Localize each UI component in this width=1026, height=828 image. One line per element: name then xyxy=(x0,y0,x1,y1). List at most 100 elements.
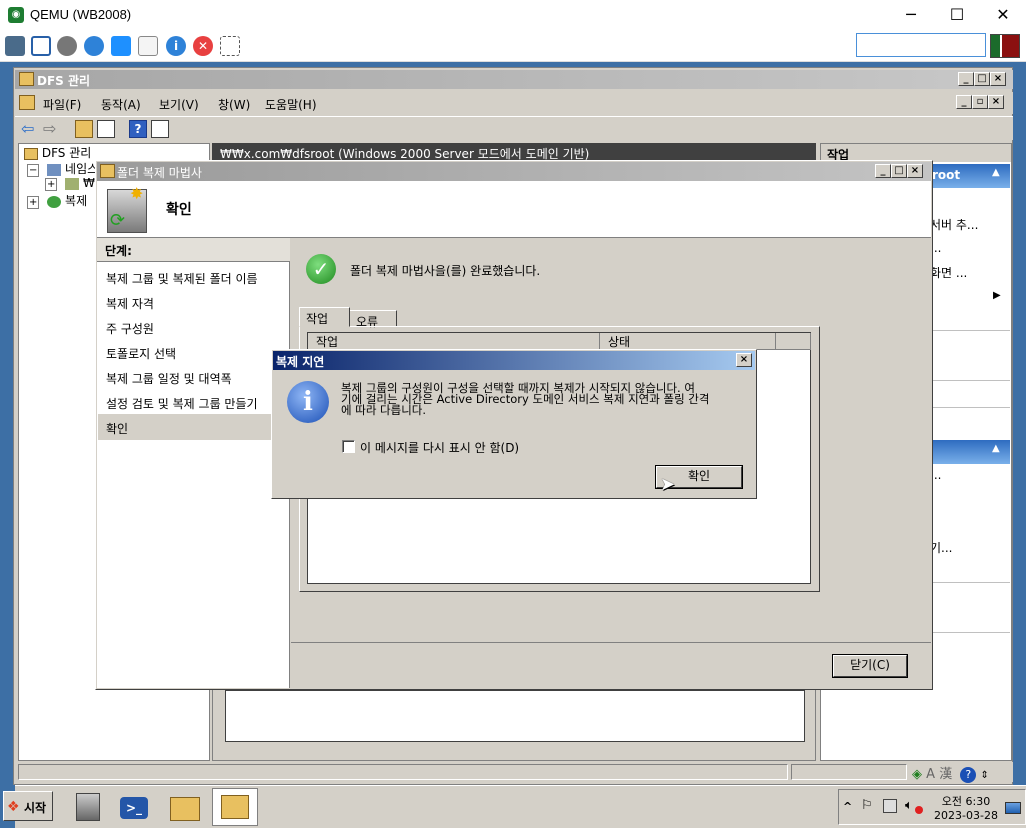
mdi-restore-button[interactable]: ▫ xyxy=(972,95,988,109)
actions-divider xyxy=(930,407,1010,408)
back-arrow-icon[interactable]: ⇦ xyxy=(21,120,39,138)
server-manager-icon[interactable] xyxy=(66,789,110,825)
tree-root[interactable]: DFS 관리 xyxy=(24,144,91,161)
collapse-up-icon[interactable]: ▲ xyxy=(992,167,1000,178)
ime-settings-icon[interactable]: ◈ xyxy=(912,767,922,782)
refresh-icon[interactable] xyxy=(84,36,104,56)
mmc-close-button[interactable]: × xyxy=(990,72,1006,86)
show-desktop-icon[interactable] xyxy=(1005,802,1021,814)
maximize-button[interactable]: ☐ xyxy=(934,0,980,30)
info-icon[interactable]: i xyxy=(166,36,186,56)
windows-icon[interactable] xyxy=(111,36,131,56)
step-item: 복제 그룹 및 복제된 폴더 이름 xyxy=(106,272,258,286)
menu-file[interactable]: 파일(F) xyxy=(43,96,81,113)
show-action-pane-icon[interactable] xyxy=(151,120,169,138)
color-swatch-icon[interactable] xyxy=(990,34,1020,58)
windows-logo-icon: ❖ xyxy=(7,799,20,815)
up-folder-icon[interactable] xyxy=(75,120,93,138)
replication-icon xyxy=(47,195,62,208)
menu-window[interactable]: 창(W) xyxy=(218,96,250,113)
step-item: 복제 그룹 일정 및 대역폭 xyxy=(106,372,232,386)
usb-icon[interactable] xyxy=(138,36,158,56)
wizard-minimize-button[interactable]: _ xyxy=(875,164,891,178)
mdi-close-button[interactable]: × xyxy=(988,95,1004,109)
success-message: 폴더 복제 마법사을(를) 완료했습니다. xyxy=(350,264,541,278)
column-header-status[interactable]: 상태 xyxy=(600,333,776,350)
show-hidden-icons-icon[interactable]: ^ xyxy=(843,800,852,813)
dont-show-again-label[interactable]: 이 메시지를 다시 표시 안 함(D) xyxy=(360,439,519,456)
tree-namespace-child[interactable]: + ₩ xyxy=(45,176,95,191)
forward-arrow-icon[interactable]: ⇨ xyxy=(43,120,61,138)
step-item: 설정 검토 및 복제 그룹 만들기 xyxy=(106,397,258,411)
collapse-icon[interactable]: − xyxy=(27,164,40,177)
wizard-maximize-button[interactable]: □ xyxy=(891,164,907,178)
actions-section-header[interactable]: root ▲ xyxy=(930,164,1010,188)
clock[interactable]: 오전 6:30 2023-03-28 xyxy=(931,793,1001,822)
flag-icon[interactable]: ⚐ xyxy=(861,798,873,813)
column-header-task[interactable]: 작업 xyxy=(308,333,600,350)
ime-mode-icon[interactable]: A xyxy=(926,767,935,782)
screenshot-icon[interactable] xyxy=(220,36,240,56)
wizard-close-button[interactable]: × xyxy=(907,164,923,178)
action-add-server[interactable]: 서버 추... xyxy=(930,216,978,233)
ime-help-icon[interactable]: ? xyxy=(960,767,977,783)
qemu-logo-icon: ◉ xyxy=(8,7,24,23)
network-tray-icon[interactable] xyxy=(883,799,897,813)
submenu-arrow-icon: ▶ xyxy=(993,290,1001,301)
dont-show-again-checkbox[interactable] xyxy=(342,440,355,453)
help-icon[interactable]: ? xyxy=(129,120,147,138)
hanja-icon[interactable]: 漢 xyxy=(939,767,952,782)
action-view[interactable]: 화면 ... xyxy=(930,264,967,281)
mmc-minimize-button[interactable]: _ xyxy=(958,72,974,86)
step-item: 복제 자격 xyxy=(106,297,154,311)
clock-time: 오전 6:30 xyxy=(941,795,991,808)
close-button[interactable]: ✕ xyxy=(980,0,1026,30)
mmc-maximize-button[interactable]: □ xyxy=(974,72,990,86)
ime-options-icon[interactable]: ⇕ xyxy=(980,770,988,781)
dfs-management-taskbar-button[interactable] xyxy=(212,788,258,826)
powershell-icon[interactable]: >_ xyxy=(112,789,156,825)
minimize-button[interactable]: ─ xyxy=(888,0,934,30)
action-item-5[interactable]: 기... xyxy=(930,539,952,556)
tab-tasks[interactable]: 작업 xyxy=(299,307,350,327)
menu-action[interactable]: 동작(A) xyxy=(101,96,141,113)
dialog-close-button[interactable]: × xyxy=(736,353,752,367)
menu-help[interactable]: 도움말(H) xyxy=(265,96,317,113)
clock-date: 2023-03-28 xyxy=(934,809,998,822)
actions-section-header-2[interactable]: ▲ xyxy=(930,440,1010,464)
collapse-up-icon[interactable]: ▲ xyxy=(992,443,1000,454)
mmc-menu-icon xyxy=(19,95,35,110)
fullscreen-icon[interactable] xyxy=(31,36,51,56)
expand-icon[interactable]: + xyxy=(45,178,58,191)
network-icon[interactable] xyxy=(5,36,25,56)
actions-divider xyxy=(930,380,1010,381)
volume-muted-icon[interactable]: 🔈︎ xyxy=(905,798,913,813)
tree-replication[interactable]: + 복제 xyxy=(27,192,87,209)
menu-view[interactable]: 보기(V) xyxy=(159,96,199,113)
expand-icon[interactable]: + xyxy=(27,196,40,209)
wizard-page-heading: 확인 xyxy=(166,202,192,218)
stop-icon[interactable]: ✕ xyxy=(193,36,213,56)
replication-wizard-icon: ✸ ⟳ xyxy=(107,184,147,233)
mdi-minimize-button[interactable]: _ xyxy=(956,95,972,109)
show-tree-icon[interactable] xyxy=(97,120,115,138)
tab-errors[interactable]: 오류 xyxy=(349,310,397,329)
center-pane-header: ₩₩x.com₩dfsroot (Windows 2000 Server 모드에… xyxy=(212,143,816,161)
step-item-current: 확인 xyxy=(106,422,129,436)
qemu-search-input[interactable] xyxy=(856,33,986,57)
namespace-root-icon xyxy=(65,177,80,190)
center-list xyxy=(225,690,805,742)
tree-namespaces[interactable]: − 네임스 xyxy=(27,160,98,177)
wizard-sync-icon: ⟳ xyxy=(110,210,126,231)
toolbar: ⇦ ⇨ ? xyxy=(15,116,1013,140)
explorer-icon[interactable] xyxy=(162,789,206,825)
start-button[interactable]: ❖ 시작 xyxy=(3,791,53,821)
mmc-titlebar: DFS 관리 _ □ × xyxy=(15,70,1013,89)
wizard-separator xyxy=(291,642,931,643)
namespace-icon xyxy=(47,163,62,176)
settings-icon[interactable] xyxy=(57,36,77,56)
close-wizard-button[interactable]: 닫기(C) xyxy=(832,654,908,678)
wizard-title: 폴더 복제 마법사 xyxy=(117,166,202,180)
qemu-window-title: QEMU (WB2008) xyxy=(30,7,132,22)
ime-toolbar[interactable]: ◈ A 漢 ? ⇕ xyxy=(912,763,989,783)
